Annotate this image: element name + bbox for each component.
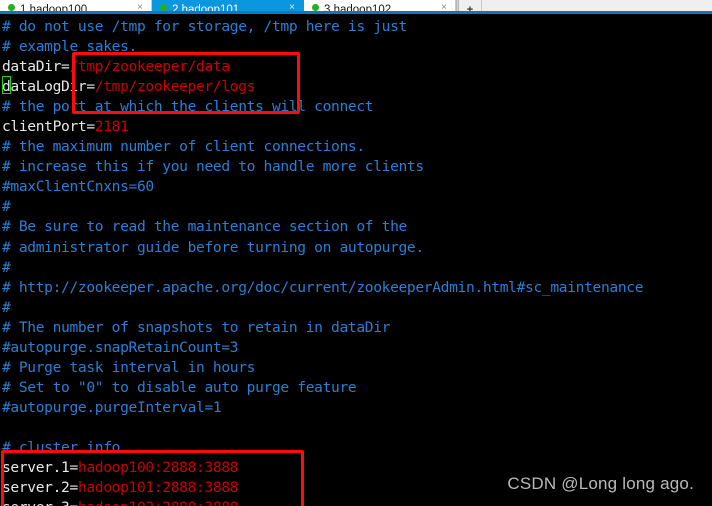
code-span: server.1= xyxy=(2,459,78,477)
code-span: # xyxy=(2,298,11,316)
code-span: # xyxy=(2,198,11,216)
tab-status-dot-icon xyxy=(160,4,167,11)
code-span: hadoop100:2888:3888 xyxy=(77,459,239,477)
code-span: dataDir= xyxy=(2,58,70,76)
code-span: dataLogDir= xyxy=(2,78,95,96)
code-span: # the port at which the clients will con… xyxy=(2,98,374,116)
code-span: clientPort= xyxy=(2,118,95,136)
tab-status-dot-icon xyxy=(312,4,319,11)
code-span: server.2= xyxy=(2,479,78,497)
code-line: # example sakes. xyxy=(2,37,643,57)
code-span: # The number of snapshots to retain in d… xyxy=(2,318,391,336)
code-line: #autopurge.purgeInterval=1 xyxy=(2,398,643,418)
code-span: # administrator guide before turning on … xyxy=(2,238,424,256)
code-line: clientPort=2181 xyxy=(2,117,643,137)
code-span: # Purge task interval in hours xyxy=(2,358,256,376)
code-span: # Be sure to read the maintenance sectio… xyxy=(2,218,407,236)
code-span: 2181 xyxy=(94,118,129,136)
code-line: dataDir=/tmp/zookeeper/data xyxy=(2,57,643,77)
config-file-content: # do not use /tmp for storage, /tmp here… xyxy=(2,17,644,506)
code-span: /tmp/zookeeper/logs xyxy=(94,78,256,96)
terminal-viewport[interactable]: # do not use /tmp for storage, /tmp here… xyxy=(0,14,712,506)
code-line: # Be sure to read the maintenance sectio… xyxy=(2,217,643,237)
code-line: # Set to "0" to disable auto purge featu… xyxy=(2,378,643,398)
code-line: # the maximum number of client connectio… xyxy=(2,137,643,157)
code-span: # increase this if you need to handle mo… xyxy=(2,158,424,176)
code-span: hadoop102:2888:3888 xyxy=(78,499,239,506)
terminal-window: 1 hadoop100 × 2 hadoop101 × 3 hadoop102 … xyxy=(0,0,712,506)
code-line: # increase this if you need to handle mo… xyxy=(2,157,643,177)
code-line: # xyxy=(2,197,643,217)
code-span: hadoop101:2888:3888 xyxy=(77,479,239,497)
code-line: #maxClientCnxns=60 xyxy=(2,177,643,197)
code-line: #autopurge.snapRetainCount=3 xyxy=(2,338,643,358)
code-line: # do not use /tmp for storage, /tmp here… xyxy=(2,17,643,37)
code-line: # Purge task interval in hours xyxy=(2,358,643,378)
code-span: # do not use /tmp for storage, /tmp here… xyxy=(2,18,407,35)
code-line: dataLogDir=/tmp/zookeeper/logs xyxy=(2,77,643,97)
code-span: # example sakes. xyxy=(2,38,137,56)
code-line: # xyxy=(2,298,643,318)
code-line: # http://zookeeper.apache.org/doc/curren… xyxy=(2,278,644,298)
code-span: # http://zookeeper.apache.org/doc/curren… xyxy=(2,278,644,296)
code-line: # The number of snapshots to retain in d… xyxy=(2,318,643,338)
code-line: # administrator guide before turning on … xyxy=(2,238,643,258)
code-span: # cluster info xyxy=(2,438,121,456)
code-span: #maxClientCnxns=60 xyxy=(2,178,154,196)
code-span: #autopurge.snapRetainCount=3 xyxy=(2,338,239,356)
code-span: server.3= xyxy=(2,499,78,506)
code-line: # cluster info xyxy=(2,438,643,458)
code-line: # the port at which the clients will con… xyxy=(2,97,643,117)
tab-status-dot-icon xyxy=(8,4,15,11)
code-span: # the maximum number of client connectio… xyxy=(2,138,365,156)
code-line: # xyxy=(2,258,643,278)
code-span: #autopurge.purgeInterval=1 xyxy=(2,398,222,416)
watermark: CSDN @Long long ago. xyxy=(507,474,694,493)
code-span: # Set to "0" to disable auto purge featu… xyxy=(2,378,357,396)
code-span: /tmp/zookeeper/data xyxy=(69,58,231,76)
code-line: server.3=hadoop102:2888:3888 xyxy=(2,498,643,506)
code-span: # xyxy=(2,258,11,276)
